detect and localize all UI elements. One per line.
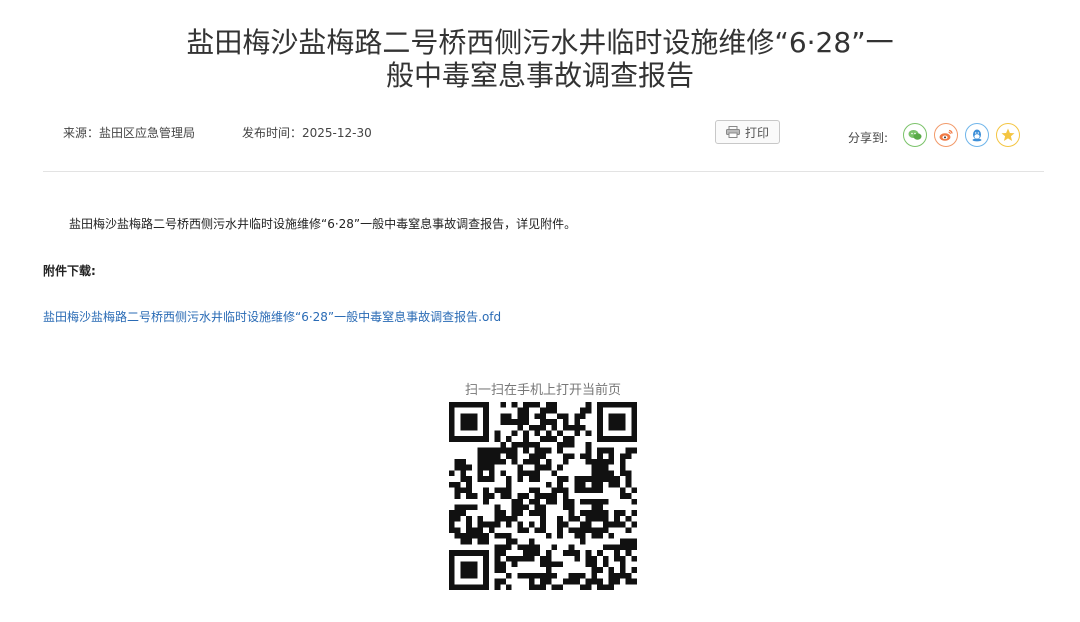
- publish-date: 发布时间：2025-12-30: [242, 126, 372, 140]
- article-source: 来源：盐田区应急管理局: [63, 126, 196, 140]
- print-label: 打印: [744, 125, 769, 140]
- article-title-line1: 盐田梅沙盐梅路二号桥西侧污水井临时设施维修“6·28”一: [186, 26, 894, 59]
- share-label: 分享到:: [848, 131, 889, 145]
- article-meta-row: 来源：盐田区应急管理局 发布时间：2025-12-30 打印 分享到:: [0, 120, 1080, 152]
- attachments-title: 附件下载:: [43, 264, 96, 278]
- print-button[interactable]: 打印: [715, 120, 780, 144]
- article-title: 盐田梅沙盐梅路二号桥西侧污水井临时设施维修“6·28”一 般中毒窒息事故调查报告: [140, 26, 940, 92]
- weibo-icon: [939, 129, 953, 141]
- article-body: 盐田梅沙盐梅路二号桥西侧污水井临时设施维修“6·28”一般中毒窒息事故调查报告，…: [69, 217, 577, 231]
- share-qzone-button[interactable]: [996, 123, 1020, 147]
- wechat-icon: [908, 130, 922, 140]
- share-weibo-button[interactable]: [934, 123, 958, 147]
- attachment-link[interactable]: 盐田梅沙盐梅路二号桥西侧污水井临时设施维修“6·28”一般中毒窒息事故调查报告.…: [43, 308, 501, 325]
- share-qq-button[interactable]: [965, 123, 989, 147]
- qr-code: [449, 402, 637, 590]
- share-icons: [903, 123, 1020, 147]
- qr-code-image: [449, 402, 637, 590]
- printer-icon: [725, 126, 740, 138]
- share-wechat-button[interactable]: [903, 123, 927, 147]
- qzone-icon: [1001, 128, 1015, 141]
- qr-caption: 扫一扫在手机上打开当前页: [464, 383, 621, 398]
- header-divider: [43, 171, 1044, 172]
- article-title-line2: 般中毒窒息事故调查报告: [385, 59, 694, 92]
- qq-icon: [972, 129, 982, 142]
- article-page: 盐田梅沙盐梅路二号桥西侧污水井临时设施维修“6·28”一 般中毒窒息事故调查报告…: [0, 0, 1080, 622]
